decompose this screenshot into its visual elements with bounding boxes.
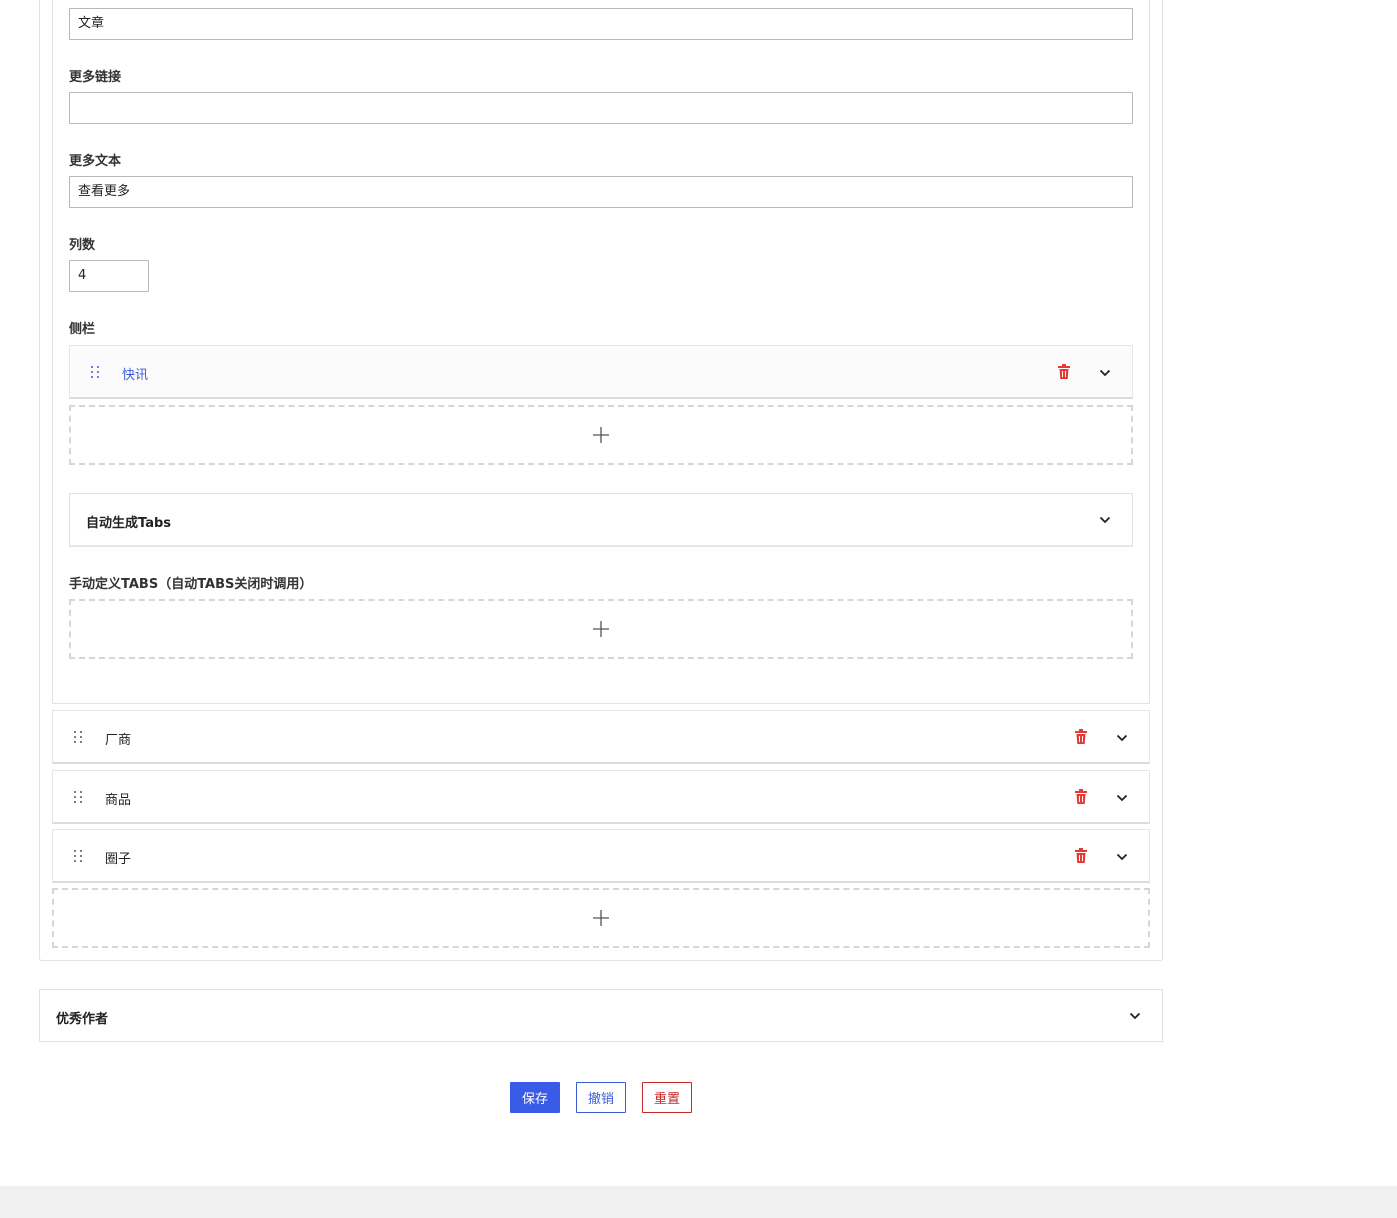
more-link-label: 更多链接 bbox=[69, 70, 122, 85]
drag-handle-icon[interactable] bbox=[91, 366, 101, 380]
chevron-down-icon[interactable] bbox=[1116, 734, 1128, 742]
add-sidebar-item-button[interactable] bbox=[69, 405, 1133, 465]
chevron-down-icon[interactable] bbox=[1116, 853, 1128, 861]
trash-icon[interactable] bbox=[1075, 789, 1087, 804]
excellent-authors-title: 优秀作者 bbox=[56, 1012, 109, 1027]
columns-input[interactable]: 4 bbox=[69, 260, 149, 292]
add-manual-tab-button[interactable] bbox=[69, 599, 1133, 659]
module-row[interactable]: 圈子 bbox=[52, 829, 1150, 883]
plus-icon bbox=[593, 910, 609, 926]
chevron-down-icon[interactable] bbox=[1099, 516, 1111, 524]
drag-handle-icon[interactable] bbox=[74, 731, 84, 745]
sidebar-item[interactable]: 快讯 bbox=[69, 345, 1133, 399]
trash-icon[interactable] bbox=[1075, 729, 1087, 744]
more-link-input[interactable] bbox=[69, 92, 1133, 124]
module-row[interactable]: 厂商 bbox=[52, 710, 1150, 764]
trash-icon[interactable] bbox=[1075, 848, 1087, 863]
drag-handle-icon[interactable] bbox=[74, 850, 84, 864]
page-footer bbox=[0, 1186, 1397, 1218]
save-button[interactable]: 保存 bbox=[510, 1082, 560, 1113]
auto-tabs-section[interactable]: 自动生成Tabs bbox=[69, 493, 1133, 547]
reset-button[interactable]: 重置 bbox=[642, 1082, 692, 1113]
plus-icon bbox=[593, 621, 609, 637]
sidebar-item-label[interactable]: 快讯 bbox=[122, 364, 148, 383]
article-field[interactable]: 文章 bbox=[69, 8, 1133, 40]
auto-tabs-title: 自动生成Tabs bbox=[86, 516, 172, 531]
trash-icon[interactable] bbox=[1058, 364, 1070, 379]
chevron-down-icon[interactable] bbox=[1099, 369, 1111, 377]
drag-handle-icon[interactable] bbox=[74, 791, 84, 805]
module-label: 圈子 bbox=[105, 852, 132, 867]
module-label: 厂商 bbox=[105, 733, 132, 748]
chevron-down-icon[interactable] bbox=[1129, 1012, 1141, 1020]
more-text-label: 更多文本 bbox=[69, 154, 122, 169]
add-module-button[interactable] bbox=[52, 888, 1150, 948]
excellent-authors-section[interactable]: 优秀作者 bbox=[39, 989, 1163, 1042]
plus-icon bbox=[593, 427, 609, 443]
more-text-input[interactable]: 查看更多 bbox=[69, 176, 1133, 208]
manual-tabs-label: 手动定义TABS（自动TABS关闭时调用） bbox=[69, 577, 313, 592]
columns-label: 列数 bbox=[69, 238, 96, 253]
module-label: 商品 bbox=[105, 793, 132, 808]
chevron-down-icon[interactable] bbox=[1116, 794, 1128, 802]
cancel-button[interactable]: 撤销 bbox=[576, 1082, 626, 1113]
module-row[interactable]: 商品 bbox=[52, 770, 1150, 824]
sidebar-label: 侧栏 bbox=[69, 322, 96, 337]
